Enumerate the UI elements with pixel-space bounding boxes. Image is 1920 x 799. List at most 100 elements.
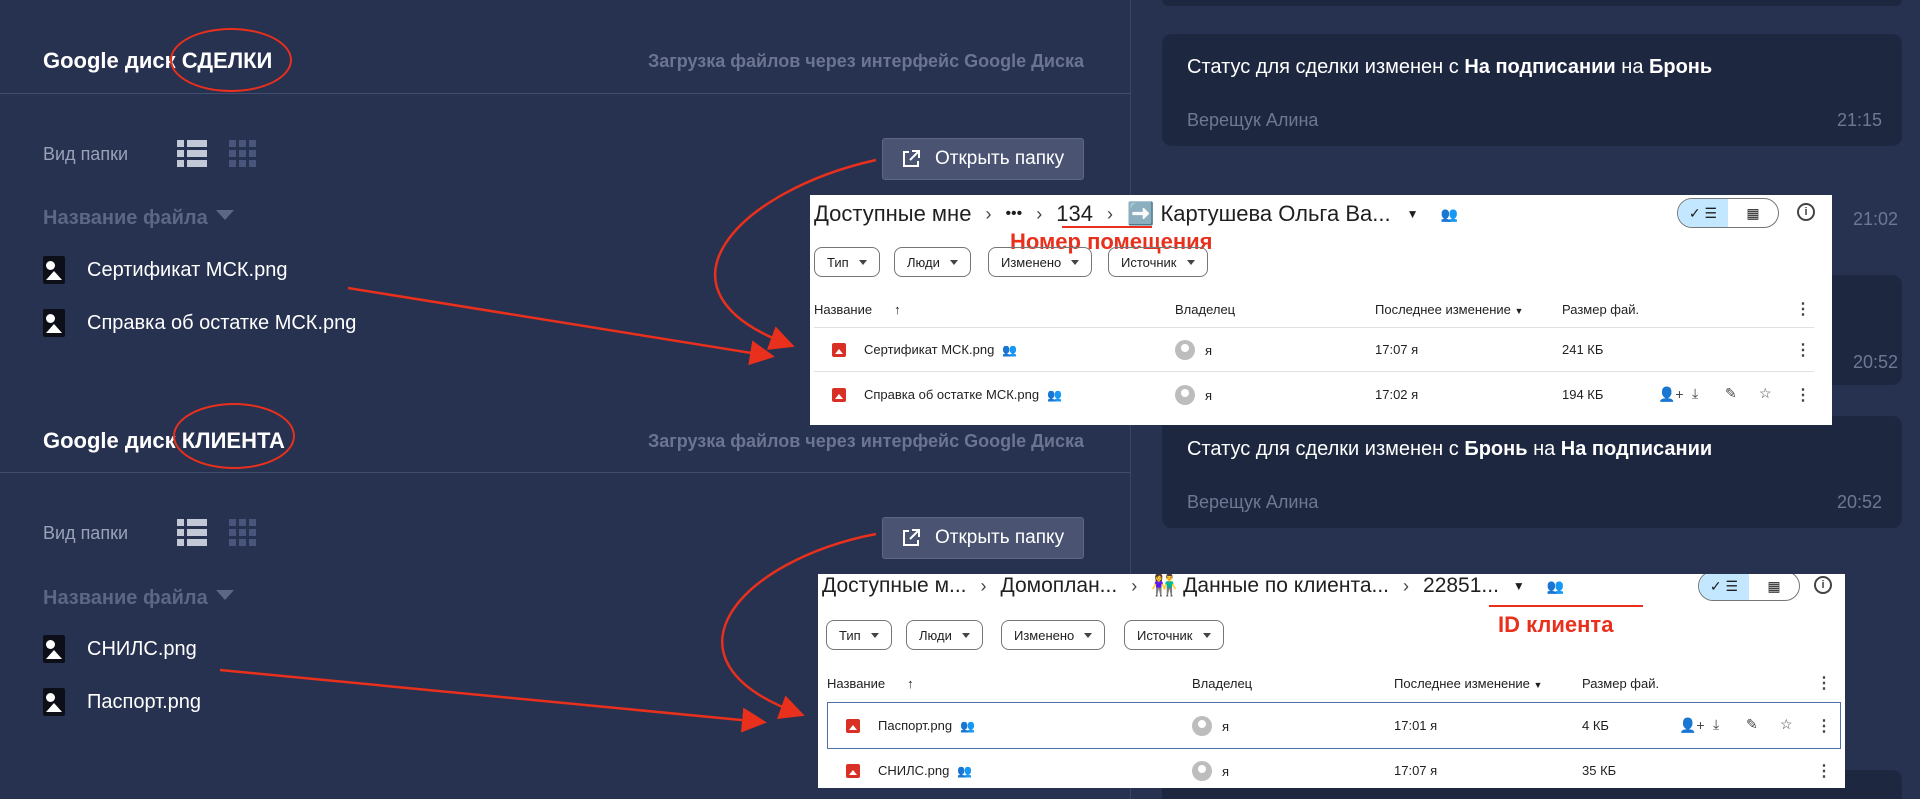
breadcrumb-item[interactable]: 134 [1056,201,1093,227]
info-icon[interactable]: i [1814,576,1832,594]
deals-section-subtitle: Загрузка файлов через интерфейс Google Д… [647,51,1084,71]
dropdown-caret-icon[interactable]: ▼ [1513,579,1525,593]
filter-people[interactable]: Люди [894,247,971,277]
card-author: Верещук Алина [1187,492,1319,512]
avatar [1192,716,1212,736]
size-cell: 194 КБ [1562,387,1604,402]
info-icon[interactable]: i [1797,203,1815,221]
filter-type[interactable]: Тип [826,620,892,650]
modified-cell: 17:07 я [1394,763,1438,778]
annotation-underline [1489,605,1643,607]
open-folder-button[interactable]: Открыть папку [882,138,1084,180]
card-time: 20:52 [1852,352,1898,372]
image-file-icon [832,387,846,402]
grid-view-icon[interactable] [229,140,256,167]
edit-icon[interactable]: ✎ [1746,716,1758,733]
card-time: 20:52 [1836,492,1882,512]
edit-icon[interactable]: ✎ [1725,385,1737,402]
star-icon[interactable]: ☆ [1759,385,1772,402]
open-folder-label: Открыть папку [935,148,1065,169]
add-person-icon[interactable]: 👤+ [1658,386,1684,403]
open-folder-label: Открыть папку [935,527,1065,548]
view-toggle[interactable]: ✓ ☰ ▦ [1677,198,1779,228]
sort-caret-icon [215,210,234,220]
column-modified[interactable]: Последнее изменение ▼ [1375,302,1523,317]
more-options-icon[interactable]: ⋮ [1816,673,1832,693]
more-options-icon[interactable]: ⋮ [1795,340,1811,360]
filter-type[interactable]: Тип [814,247,880,277]
modified-cell: 17:02 я [1375,387,1419,402]
filter-source[interactable]: Источник [1108,247,1208,277]
filter-modified[interactable]: Изменено [1001,620,1106,650]
open-folder-button[interactable]: Открыть папку [882,517,1084,559]
avatar [1192,761,1212,781]
client-section-subtitle: Загрузка файлов через интерфейс Google Д… [647,431,1084,451]
grid-view-icon[interactable] [229,519,256,546]
file-item[interactable]: Сертификат МСК.png [43,256,287,284]
modified-cell: 17:07 я [1375,342,1419,357]
breadcrumb-current[interactable]: 22851... [1423,574,1499,598]
file-name-sort-header[interactable]: Название файла [43,207,234,230]
breadcrumb-item[interactable]: Доступные мне [814,201,971,227]
dropdown-caret-icon[interactable]: ▼ [1407,207,1419,221]
breadcrumb-item[interactable]: Доступные м... [822,574,967,598]
drive-file-row[interactable]: Сертификат МСК.png 👥 [832,342,1017,357]
shared-folder-icon: 👥 [1546,577,1565,594]
owner-cell: я [1192,716,1229,736]
column-size[interactable]: Размер фай. [1582,676,1659,691]
column-size[interactable]: Размер фай. [1562,302,1639,317]
breadcrumb-item[interactable]: Домоплан... [1001,574,1118,598]
column-name[interactable]: Название ↑ [814,302,901,317]
add-person-icon[interactable]: 👤+ [1679,717,1705,734]
breadcrumb-more[interactable]: ••• [1005,205,1022,223]
filter-modified[interactable]: Изменено [988,247,1093,277]
more-options-icon[interactable]: ⋮ [1816,761,1832,781]
drive-file-row[interactable]: СНИЛС.png 👥 [846,763,972,778]
file-item[interactable]: СНИЛС.png [43,635,197,663]
column-name[interactable]: Название ↑ [827,676,914,691]
size-cell: 35 КБ [1582,763,1617,778]
chevron-right-icon: › [1106,203,1113,224]
star-icon[interactable]: ☆ [1780,716,1793,733]
annotation-underline [1062,226,1152,228]
list-view-icon[interactable]: ✓ ☰ [1678,199,1728,227]
size-cell: 241 КБ [1562,342,1604,357]
external-link-icon [903,529,920,546]
more-options-icon[interactable]: ⋮ [1795,299,1811,319]
download-icon[interactable]: ⤓ [1713,716,1719,733]
sort-caret-icon [215,590,234,600]
shared-icon: 👥 [1002,342,1018,357]
column-owner[interactable]: Владелец [1192,676,1252,691]
filter-source[interactable]: Источник [1124,620,1224,650]
google-drive-deals-screenshot: Доступные мне › ••• › 134 › ➡️ Картушева… [810,195,1832,425]
shared-icon: 👥 [957,763,973,778]
drive-file-row[interactable]: Паспорт.png 👥 [846,718,975,733]
file-item[interactable]: Паспорт.png [43,688,201,716]
list-view-icon[interactable] [177,140,207,167]
view-toggle[interactable]: ✓ ☰ ▦ [1698,574,1800,601]
divider [0,93,1130,94]
filter-people[interactable]: Люди [906,620,983,650]
annotation-label: ID клиента [1498,612,1614,637]
more-options-icon[interactable]: ⋮ [1816,716,1832,736]
download-icon[interactable]: ⤓ [1692,385,1698,402]
breadcrumb-current[interactable]: ➡️ Картушева Ольга Ва... [1127,201,1391,227]
file-item[interactable]: Справка об остатке МСК.png [43,309,356,337]
column-owner[interactable]: Владелец [1175,302,1235,317]
view-label: Вид папки [43,523,128,543]
external-link-icon [903,150,920,167]
activity-card: Статус для сделки изменен с На подписани… [1162,34,1902,146]
list-view-icon[interactable]: ✓ ☰ [1699,574,1749,600]
grid-view-icon[interactable]: ▦ [1728,199,1778,227]
more-options-icon[interactable]: ⋮ [1795,385,1811,405]
highlight-ellipse [173,403,295,469]
list-view-icon[interactable] [177,519,207,546]
column-modified[interactable]: Последнее изменение ▼ [1394,676,1542,691]
avatar [1175,340,1195,360]
image-file-icon [846,763,860,778]
breadcrumb-item[interactable]: 👫 Данные по клиента... [1151,574,1389,598]
file-name-sort-header[interactable]: Название файла [43,587,234,610]
grid-view-icon[interactable]: ▦ [1749,574,1799,600]
drive-file-row[interactable]: Справка об остатке МСК.png 👥 [832,387,1062,402]
image-file-icon [43,688,65,716]
